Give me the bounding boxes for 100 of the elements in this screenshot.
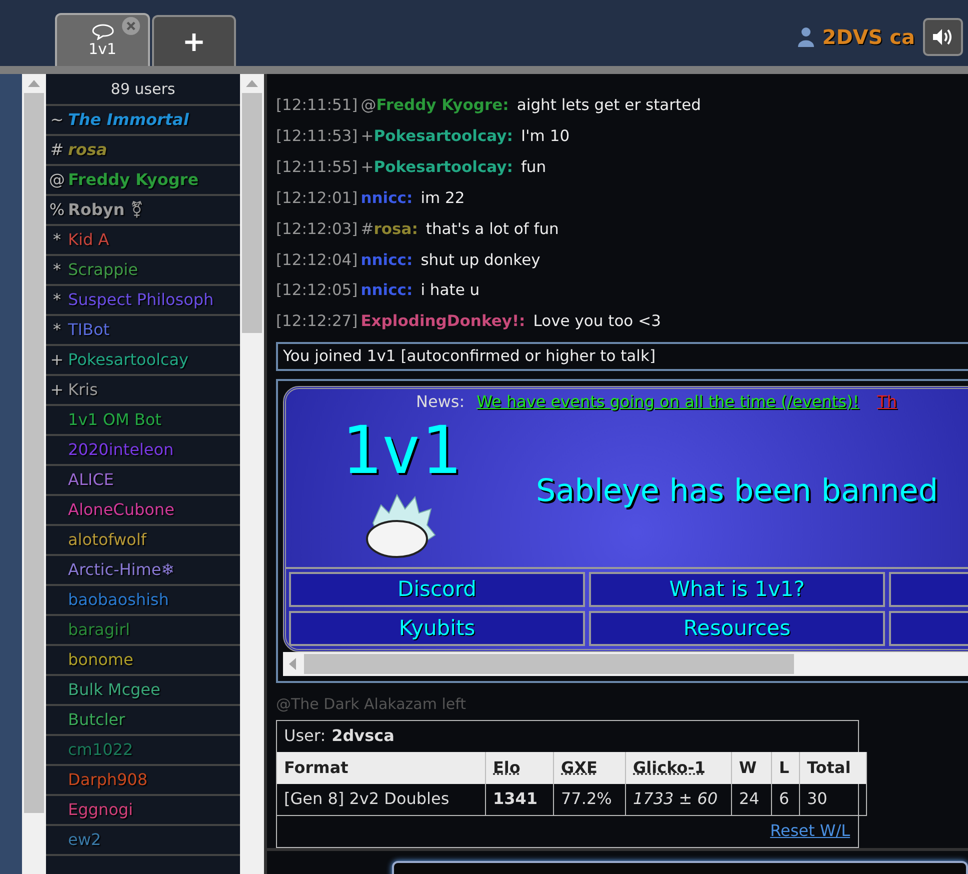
scrollbar-thumb[interactable] [24,93,44,813]
chat-message: aight lets get er started [516,94,701,116]
speech-bubble-icon [92,24,114,40]
table-cell: 24 [732,784,772,816]
chat-message: shut up donkey [420,250,540,271]
user-name[interactable]: baobaoshish [68,588,169,612]
column-header: W [732,752,772,784]
horizontal-scrollbar[interactable] [283,652,968,676]
close-icon[interactable] [122,17,140,35]
table-cell: 1341 [486,784,554,816]
column-header: Format [277,752,486,784]
user-name[interactable]: AloneCubone [68,498,174,522]
column-header: Elo [486,752,554,784]
user-name[interactable]: 1v1 OM Bot [68,408,162,432]
chat-username[interactable]: Pokesartoolcay: [374,156,513,179]
table-cell: 30 [800,784,867,816]
rank-symbol: # [360,218,374,240]
chat-message: i hate u [420,280,480,302]
rank-symbol: ~ [49,109,65,131]
table-cell: [Gen 8] 2v2 Doubles [277,784,486,816]
rank-symbol: + [360,156,374,178]
column-header: GXE [554,752,626,784]
news-link[interactable]: We have events going on all the time (/events)! [476,390,860,414]
user-name[interactable]: cm1022 [68,738,134,762]
room-logo: 1v1 [341,419,461,484]
timestamp: [12:11:55] [276,156,358,178]
room-tab[interactable]: 1v1 [55,13,150,66]
chat-message: I'm 10 [520,126,570,147]
user-name[interactable]: Bulk Mcgee [68,678,160,702]
rank-symbol: + [49,379,65,401]
banner-link[interactable]: Kyubits [289,611,585,646]
leave-notice: @The Dark Alakazam left [276,694,468,716]
banner-headline: Sableye has been banned [536,472,938,512]
user-name[interactable]: Darph908 [68,768,148,792]
user-value: 2dvsca [332,725,394,748]
chat-username[interactable]: ExplodingDonkey!: [360,310,526,334]
chat-message: im 22 [420,188,465,209]
column-header: Glicko-1 [626,752,732,784]
timestamp: [12:12:01] [276,188,358,209]
chat-username[interactable]: Freddy Kyogre: [376,94,509,118]
scroll-up-icon[interactable] [246,80,258,87]
account-name[interactable]: 2DVS ca [822,22,915,52]
chat-username[interactable]: nnicc: [360,186,413,210]
user-name[interactable]: Suspect Philosoph [68,288,214,312]
user-name[interactable]: Kris [68,378,98,402]
sound-button[interactable] [923,18,963,56]
user-name[interactable]: Arctic-Hime❄ [68,558,175,582]
rank-symbol: * [52,259,62,281]
chat-username[interactable]: Pokesartoolcay: [374,124,513,148]
scroll-left-icon[interactable] [289,658,296,670]
user-name[interactable]: Kid A [68,228,110,252]
column-header: L [772,752,800,784]
chat-username[interactable]: nnicc: [360,279,413,303]
user-name[interactable]: Robyn ⚧ [68,198,144,222]
banner-link[interactable]: Resources [589,611,885,646]
scrollbar-thumb[interactable] [304,654,794,674]
user-name[interactable]: Butcler [68,708,126,732]
user-label: User: [284,725,326,748]
user-name[interactable]: ALICE [68,468,114,492]
user-name[interactable]: bonome [68,648,134,672]
rank-symbol: @ [360,94,376,116]
rank-symbol: + [49,349,65,371]
user-name[interactable]: rosa [68,138,108,162]
banner-link[interactable]: What is 1v1? [589,572,885,608]
chat-username[interactable]: rosa: [374,218,418,241]
rank-symbol: % [48,199,66,221]
timestamp: [12:12:05] [276,280,358,302]
news-label: News: [416,391,465,414]
join-notice: You joined 1v1 [autoconfirmed or higher to talk] [276,342,968,372]
user-name[interactable]: ew2 [68,828,102,852]
timestamp: [12:12:04] [276,250,358,271]
table-cell: 1733 ± 60 [626,784,732,816]
tab-label: 1v1 [88,40,116,58]
chat-message: that's a lot of fun [426,218,559,240]
table-cell: 77.2% [554,784,626,816]
rank-symbol: + [360,126,374,147]
banner-link[interactable]: Discord [289,572,585,608]
rank-symbol: @ [48,169,66,191]
scrollbar[interactable] [240,74,264,874]
user-name[interactable]: The Immortal [68,108,189,132]
user-name[interactable]: Scrappie [68,258,138,282]
user-icon [798,27,814,47]
new-tab-button[interactable]: + [152,15,236,66]
user-name[interactable]: Pokesartoolcay [68,348,188,372]
timestamp: [12:12:27] [276,311,358,332]
scrollbar-thumb[interactable] [242,93,262,333]
user-name[interactable]: TIBot [68,318,110,342]
user-name[interactable]: 2020inteleon [68,438,174,462]
user-name[interactable]: Freddy Kyogre [68,168,199,192]
timestamp: [12:12:03] [276,218,358,240]
user-name[interactable]: Eggnogi [68,798,133,822]
chat-message: Love you too <3 [533,311,661,332]
scroll-up-icon[interactable] [28,80,40,87]
reset-link[interactable]: Reset W/L [770,819,850,844]
scrollbar[interactable] [22,74,46,874]
timestamp: [12:11:53] [276,126,358,147]
user-name[interactable]: alotofwolf [68,528,146,552]
rank-symbol: * [52,289,62,311]
chat-username[interactable]: nnicc: [360,248,413,272]
user-name[interactable]: baragirl [68,618,130,642]
